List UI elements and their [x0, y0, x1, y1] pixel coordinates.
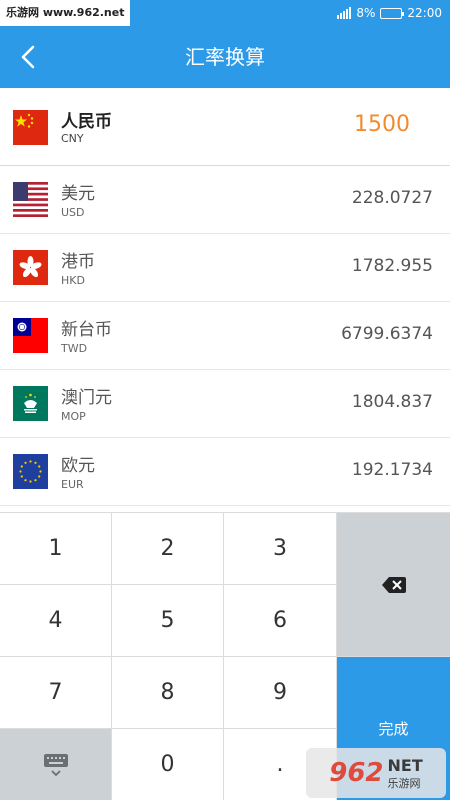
currency-row-eur[interactable]: 欧元 EUR 192.1734: [0, 438, 450, 506]
currency-amount: 192.1734: [351, 460, 433, 480]
key-6[interactable]: 6: [224, 585, 336, 656]
watermark-big-text: 962: [329, 758, 384, 788]
currency-name: 港币: [61, 252, 95, 272]
hong-kong-flag-icon: [13, 250, 48, 285]
currency-name: 美元: [61, 184, 95, 204]
currency-amount: 1804.837: [351, 392, 433, 412]
clock: 22:00: [407, 6, 442, 20]
battery-icon: [380, 7, 405, 19]
currency-name: 欧元: [61, 456, 95, 476]
key-3[interactable]: 3: [224, 513, 336, 584]
currency-row-hkd[interactable]: 港币 HKD 1782.955: [0, 234, 450, 302]
currency-row-twd[interactable]: 新台币 TWD 6799.6374: [0, 302, 450, 370]
battery-percent: 8%: [356, 6, 376, 20]
eu-flag-icon: [13, 454, 48, 489]
currency-list: 人民币 CNY 1500 美元 USD 228.0727 港币 HKD 1782…: [0, 88, 450, 506]
currency-code: HKD: [61, 274, 85, 287]
page-title: 汇率换算: [185, 45, 265, 69]
key-4[interactable]: 4: [0, 585, 111, 656]
currency-code: CNY: [61, 132, 84, 145]
key-5[interactable]: 5: [112, 585, 223, 656]
macau-flag-icon: [13, 386, 48, 421]
currency-code: USD: [61, 206, 85, 219]
usa-flag-icon: [13, 182, 48, 217]
currency-code: MOP: [61, 410, 86, 423]
currency-code: TWD: [61, 342, 88, 355]
site-logo-watermark: 962 NET 乐游网: [306, 748, 446, 798]
signal-icon: [337, 7, 352, 19]
currency-name: 澳门元: [61, 388, 112, 408]
key-0[interactable]: 0: [112, 729, 223, 800]
key-8[interactable]: 8: [112, 657, 223, 728]
currency-row-mop[interactable]: 澳门元 MOP 1804.837: [0, 370, 450, 438]
currency-amount: 1782.955: [351, 256, 433, 276]
watermark-net-text: NET: [387, 755, 423, 775]
currency-amount-input[interactable]: 1500: [354, 112, 410, 137]
hide-keyboard-button[interactable]: [0, 729, 111, 800]
currency-code: EUR: [61, 478, 84, 491]
key-1[interactable]: 1: [0, 513, 111, 584]
currency-row-usd[interactable]: 美元 USD 228.0727: [0, 166, 450, 234]
taiwan-flag-icon: [13, 318, 48, 353]
chevron-left-icon: [21, 45, 35, 69]
currency-row-cny[interactable]: 人民币 CNY 1500: [0, 88, 450, 166]
status-icons: 8% 22:00: [337, 0, 442, 26]
keyboard-hide-icon: [43, 753, 68, 776]
key-9[interactable]: 9: [224, 657, 336, 728]
backspace-icon: [381, 576, 406, 593]
currency-name: 人民币: [61, 112, 112, 132]
key-7[interactable]: 7: [0, 657, 111, 728]
key-2[interactable]: 2: [112, 513, 223, 584]
app-bar: 汇率换算: [0, 26, 450, 88]
currency-amount: 6799.6374: [341, 324, 433, 344]
back-button[interactable]: [10, 39, 46, 75]
currency-name: 新台币: [61, 320, 112, 340]
status-bar: 乐游网 www.962.net 8% 22:00: [0, 0, 450, 26]
site-watermark-text: 乐游网 www.962.net: [0, 0, 131, 26]
china-flag-icon: [13, 110, 48, 145]
currency-amount: 228.0727: [351, 188, 433, 208]
backspace-button[interactable]: [337, 513, 450, 656]
watermark-sub-text: 乐游网: [387, 776, 421, 790]
